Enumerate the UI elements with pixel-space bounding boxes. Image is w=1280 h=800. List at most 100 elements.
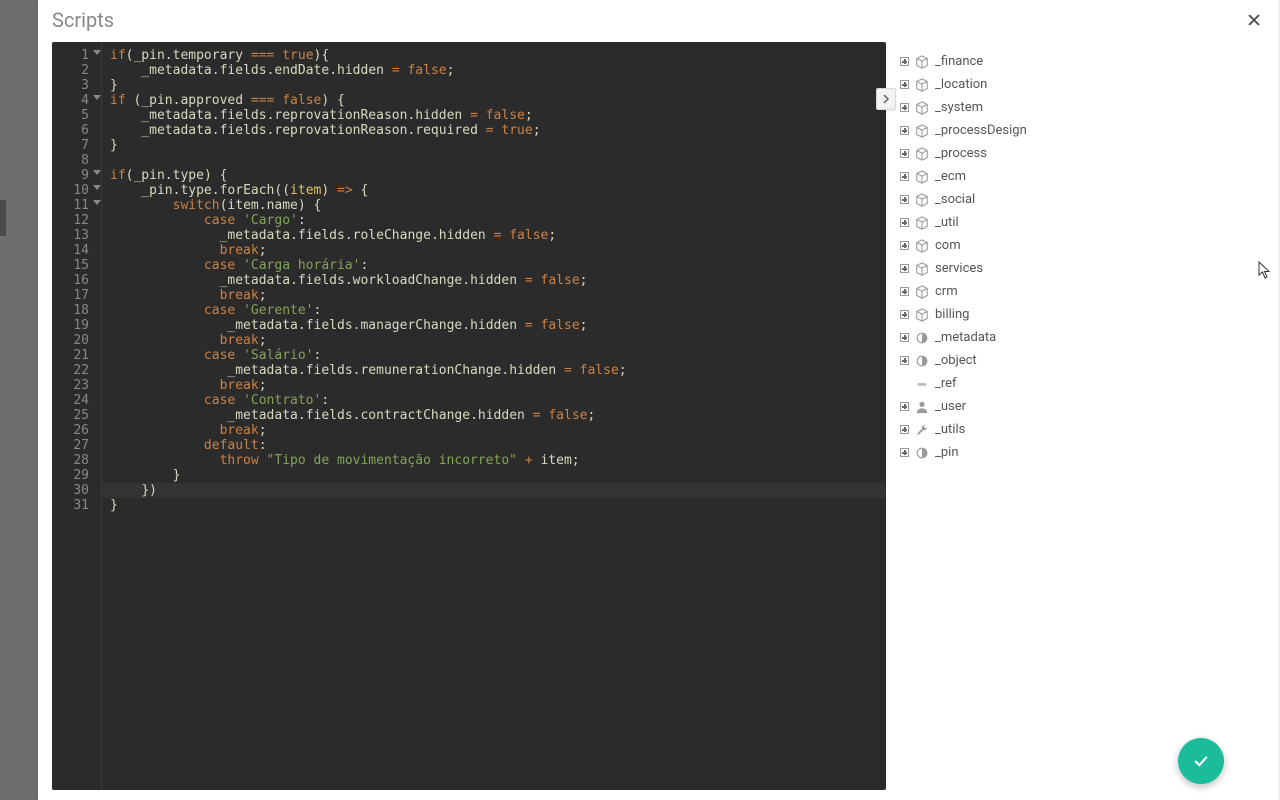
code-line[interactable]: if(_pin.temporary === true){ <box>108 48 886 63</box>
tree-node[interactable]: _process <box>900 142 1256 165</box>
expand-icon[interactable] <box>900 425 909 434</box>
fold-icon[interactable] <box>93 170 101 175</box>
code-line[interactable]: _metadata.fields.contractChange.hidden =… <box>108 408 886 423</box>
line-number: 1 <box>52 48 93 63</box>
tree-node-label: _process <box>935 146 987 161</box>
expand-icon[interactable] <box>900 149 909 158</box>
tree-node[interactable]: _user <box>900 395 1256 418</box>
code-line[interactable]: switch(item.name) { <box>108 198 886 213</box>
code-line[interactable]: case 'Gerente': <box>108 303 886 318</box>
tree-node[interactable]: _social <box>900 188 1256 211</box>
line-number: 12 <box>52 213 93 228</box>
code-line[interactable]: default: <box>108 438 886 453</box>
expand-icon[interactable] <box>900 80 909 89</box>
variables-tree[interactable]: _finance_location_system_processDesign _p… <box>886 42 1264 790</box>
cube-icon <box>915 285 929 299</box>
code-line[interactable]: break; <box>108 243 886 258</box>
expand-icon[interactable] <box>900 218 909 227</box>
code-line[interactable]: _pin.type.forEach((item) => { <box>108 183 886 198</box>
tree-node[interactable]: _finance <box>900 50 1256 73</box>
code-line[interactable]: _metadata.fields.managerChange.hidden = … <box>108 318 886 333</box>
close-icon[interactable] <box>1244 10 1264 30</box>
tree-node[interactable]: _util <box>900 211 1256 234</box>
tree-node[interactable]: _metadata <box>900 326 1256 349</box>
line-number: 11 <box>52 198 93 213</box>
user-icon <box>915 400 929 414</box>
circle-icon <box>915 354 929 368</box>
tree-node-label: _ecm <box>935 169 966 184</box>
wrench-icon <box>915 423 929 437</box>
code-line[interactable]: if (_pin.approved === false) { <box>108 93 886 108</box>
tree-node-label: _pin <box>935 445 959 460</box>
code-line[interactable]: } <box>108 498 886 513</box>
code-line[interactable]: case 'Cargo': <box>108 213 886 228</box>
expand-icon[interactable] <box>900 103 909 112</box>
line-number: 24 <box>52 393 93 408</box>
tree-node[interactable]: _system <box>900 96 1256 119</box>
tree-node[interactable]: _ref <box>900 372 1256 395</box>
tree-node[interactable]: services <box>900 257 1256 280</box>
fold-icon[interactable] <box>93 185 101 190</box>
expand-icon[interactable] <box>900 195 909 204</box>
tree-node[interactable]: _location <box>900 73 1256 96</box>
tree-node-label: services <box>935 261 983 276</box>
code-line[interactable]: }) <box>108 483 886 498</box>
expand-icon[interactable] <box>900 402 909 411</box>
tree-node[interactable]: _utils <box>900 418 1256 441</box>
cube-icon <box>915 170 929 184</box>
expand-icon[interactable] <box>900 126 909 135</box>
expand-icon[interactable] <box>900 356 909 365</box>
fold-icon[interactable] <box>93 50 101 55</box>
line-number: 25 <box>52 408 93 423</box>
code-line[interactable]: case 'Contrato': <box>108 393 886 408</box>
expand-icon[interactable] <box>900 310 909 319</box>
line-number: 29 <box>52 468 93 483</box>
code-line[interactable]: _metadata.fields.workloadChange.hidden =… <box>108 273 886 288</box>
code-line[interactable]: } <box>108 468 886 483</box>
code-line[interactable]: _metadata.fields.reprovationReason.requi… <box>108 123 886 138</box>
expand-icon[interactable] <box>900 264 909 273</box>
line-number: 6 <box>52 123 93 138</box>
tree-node[interactable]: _pin <box>900 441 1256 464</box>
code-line[interactable]: _metadata.fields.roleChange.hidden = fal… <box>108 228 886 243</box>
code-line[interactable]: case 'Salário': <box>108 348 886 363</box>
cube-icon <box>915 262 929 276</box>
fold-icon[interactable] <box>93 200 101 205</box>
code-line[interactable]: _metadata.fields.endDate.hidden = false; <box>108 63 886 78</box>
dash-icon <box>915 377 929 391</box>
code-line[interactable]: _metadata.fields.reprovationReason.hidde… <box>108 108 886 123</box>
tree-node[interactable]: billing <box>900 303 1256 326</box>
code-line[interactable]: case 'Carga horária': <box>108 258 886 273</box>
editor-gutter: 1234567891011121314151617181920212223242… <box>52 42 102 790</box>
code-line[interactable]: _metadata.fields.remunerationChange.hidd… <box>108 363 886 378</box>
tree-node[interactable]: _object <box>900 349 1256 372</box>
fold-icon[interactable] <box>93 95 101 100</box>
editor-code-area[interactable]: if(_pin.temporary === true){ _metadata.f… <box>102 42 886 790</box>
code-line[interactable]: break; <box>108 378 886 393</box>
expand-icon[interactable] <box>900 448 909 457</box>
tree-node[interactable]: com <box>900 234 1256 257</box>
tree-node[interactable]: _processDesign <box>900 119 1256 142</box>
cube-icon <box>915 193 929 207</box>
tree-node-label: _user <box>935 399 966 414</box>
expand-icon[interactable] <box>900 57 909 66</box>
expand-icon[interactable] <box>900 172 909 181</box>
expand-icon[interactable] <box>900 287 909 296</box>
code-editor[interactable]: 1234567891011121314151617181920212223242… <box>52 42 886 790</box>
app-sidebar-strip <box>0 0 38 800</box>
code-line[interactable]: } <box>108 78 886 93</box>
code-line[interactable]: break; <box>108 423 886 438</box>
collapse-tree-button[interactable] <box>876 88 896 110</box>
code-line[interactable] <box>108 153 886 168</box>
line-number: 22 <box>52 363 93 378</box>
code-line[interactable]: break; <box>108 288 886 303</box>
confirm-button[interactable] <box>1178 738 1224 784</box>
expand-icon[interactable] <box>900 333 909 342</box>
code-line[interactable]: throw "Tipo de movimentação incorreto" +… <box>108 453 886 468</box>
expand-icon[interactable] <box>900 241 909 250</box>
tree-node[interactable]: crm <box>900 280 1256 303</box>
tree-node[interactable]: _ecm <box>900 165 1256 188</box>
code-line[interactable]: } <box>108 138 886 153</box>
code-line[interactable]: break; <box>108 333 886 348</box>
code-line[interactable]: if(_pin.type) { <box>108 168 886 183</box>
